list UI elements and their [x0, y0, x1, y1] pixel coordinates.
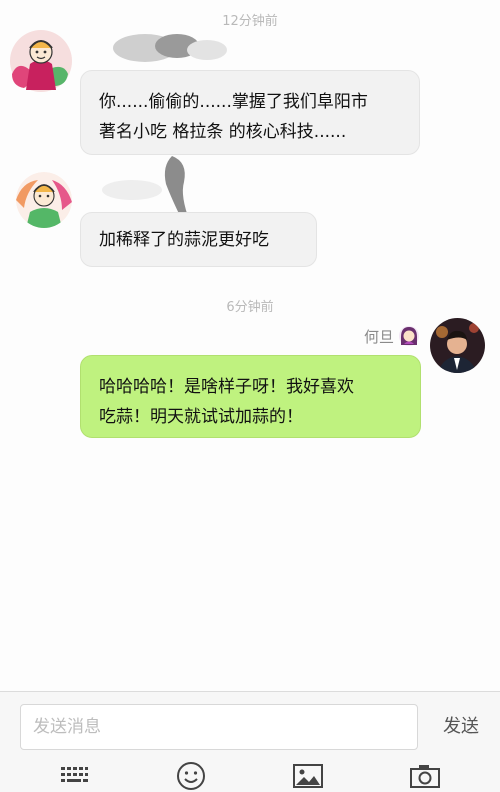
timestamp: 6分钟前	[226, 300, 274, 315]
cartoon-avatar-icon	[10, 30, 72, 92]
composer-bar: 发送	[0, 691, 500, 753]
girl-emoji-icon	[399, 326, 419, 346]
incoming-message-bubble[interactable]: 你......偷偷的......掌握了我们阜阳市 著名小吃 格拉条 的核心科技.…	[80, 70, 420, 155]
emoji-button[interactable]	[174, 761, 208, 791]
message-text: 加稀释了的蒜泥更好吃	[99, 230, 269, 250]
contact-avatar[interactable]	[10, 30, 72, 92]
send-button[interactable]: 发送	[436, 712, 486, 742]
camera-icon	[410, 765, 440, 788]
image-button[interactable]	[291, 761, 325, 791]
timestamp: 12分钟前	[222, 14, 278, 29]
message-text: 哈哈哈哈！是啥样子呀！我好喜欢	[99, 377, 354, 397]
message-text: 著名小吃 格拉条 的核心科技......	[99, 122, 347, 142]
message-input[interactable]	[20, 704, 418, 750]
emoji-icon	[177, 762, 205, 790]
keyboard-button[interactable]	[57, 761, 91, 791]
contact-avatar[interactable]	[16, 172, 72, 228]
camera-button[interactable]	[408, 761, 442, 791]
sender-name-row: 何旦	[364, 324, 420, 348]
incoming-message-bubble[interactable]: 加稀释了的蒜泥更好吃	[80, 212, 317, 267]
message-text: 你......偷偷的......掌握了我们阜阳市	[99, 92, 368, 112]
obscured-name	[113, 34, 227, 62]
keyboard-icon	[61, 767, 88, 782]
sender-name: 何旦	[363, 327, 394, 346]
profile-photo-icon	[430, 318, 485, 373]
cartoon-avatar-icon	[16, 172, 72, 228]
my-avatar[interactable]	[430, 318, 485, 373]
composer-toolbar	[0, 753, 500, 792]
outgoing-message-bubble[interactable]: 哈哈哈哈！是啥样子呀！我好喜欢 吃蒜！明天就试试加蒜的！	[80, 355, 421, 438]
image-icon	[293, 764, 323, 788]
message-text: 吃蒜！明天就试试加蒜的！	[99, 407, 303, 427]
